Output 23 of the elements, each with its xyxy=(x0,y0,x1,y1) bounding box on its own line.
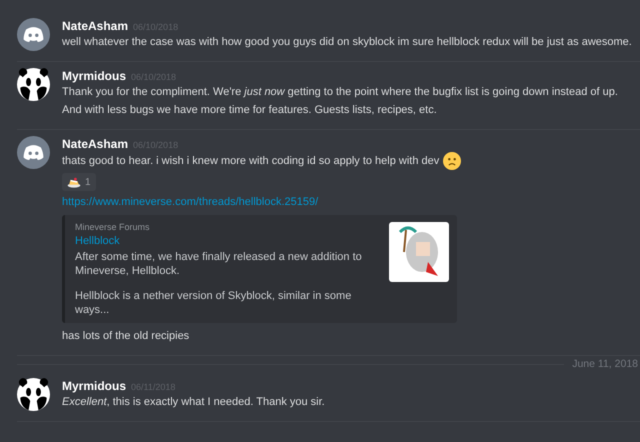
date-divider-label: June 11, 2018 xyxy=(572,358,639,370)
embed-description: Hellblock is a nether version of Skyblock, similar in some ways... xyxy=(75,289,352,317)
avatar-icon xyxy=(17,18,50,51)
username[interactable]: Myrmidous xyxy=(62,69,126,83)
cake-emoji-icon xyxy=(67,175,81,189)
username[interactable]: NateAsham xyxy=(62,19,128,33)
embed-title-link[interactable]: Hellblock xyxy=(75,235,379,247)
sad-face-emoji-icon xyxy=(443,152,462,170)
reaction-button[interactable]: 1 xyxy=(62,173,96,191)
embed-provider: Mineverse Forums xyxy=(75,222,151,232)
message-text: Excellent, this is exactly what I needed. Thank you sir. xyxy=(62,395,325,410)
message-text: well whatever the case was with how good you guys did on skyblock im sure hellblock redux will be just as awesome. xyxy=(62,35,632,50)
message-text: And with less bugs we have more time for features. Guests lists, recipes, etc. xyxy=(62,103,438,118)
username[interactable]: NateAsham xyxy=(62,137,128,151)
message-text: Thank you for the compliment. We're just now getting to the point where the bugfix list is going down instead of up. xyxy=(62,85,618,100)
message-text: thats good to hear. i wish i knew more with coding id so apply to help with dev xyxy=(62,154,440,168)
panda-avatar-icon xyxy=(17,68,50,101)
username[interactable]: Myrmidous xyxy=(62,379,126,393)
thumbnail-drawing xyxy=(389,222,449,282)
message-text: has lots of the old recipies xyxy=(62,329,190,344)
avatar-icon xyxy=(17,136,50,169)
panda-avatar-icon xyxy=(17,378,50,411)
embed-description: After some time, we have finally released a new addition to Mineverse, Hellblock. xyxy=(75,250,363,278)
